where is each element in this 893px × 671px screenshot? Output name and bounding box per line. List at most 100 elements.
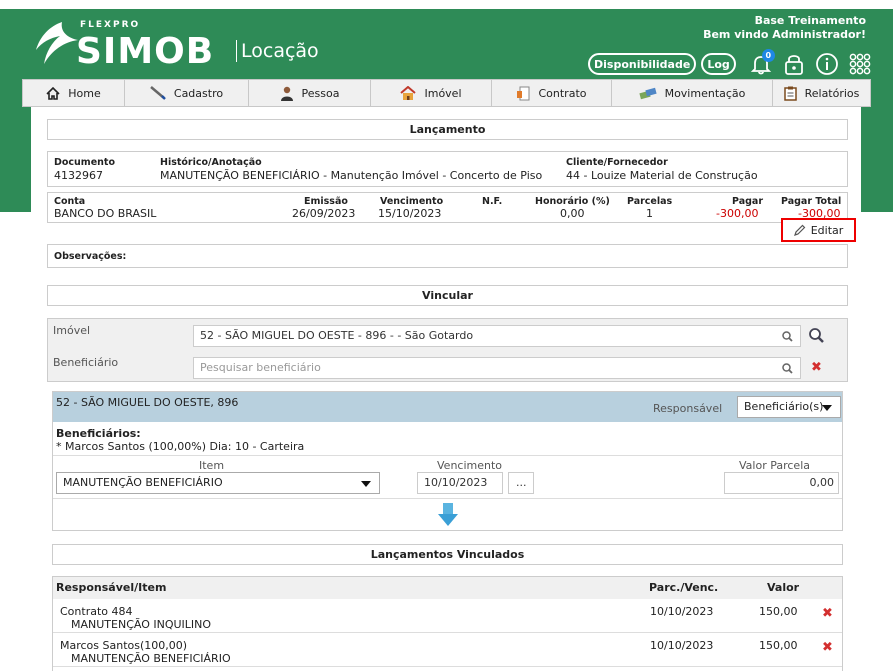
beneficiario-search-input[interactable]: Pesquisar beneficiário bbox=[193, 357, 801, 379]
money-icon bbox=[638, 87, 657, 99]
divider bbox=[53, 455, 842, 456]
logo[interactable]: FLEXPRO SIMOB Locação bbox=[32, 18, 332, 72]
lancamento-title: Lançamento bbox=[409, 123, 486, 136]
vincular-header: Vincular bbox=[47, 285, 848, 306]
info-button[interactable] bbox=[814, 51, 840, 77]
vinculados-header: Lançamentos Vinculados bbox=[52, 544, 843, 565]
beneficiarios-line: * Marcos Santos (100,00%) Dia: 10 - Cart… bbox=[56, 440, 305, 453]
logo-brand: SIMOB bbox=[76, 31, 215, 72]
apps-grid-icon bbox=[849, 53, 871, 75]
welcome-text: Bem vindo Administrador! bbox=[703, 28, 866, 41]
table-header: Responsável/Item Parc./Venc. Valor bbox=[53, 577, 842, 599]
menu-item-imovel[interactable]: Imóvel bbox=[371, 80, 492, 106]
vencimento-input[interactable]: 10/10/2023 bbox=[417, 472, 503, 494]
cliente-value: 44 - Louize Material de Construção bbox=[566, 169, 758, 182]
responsavel-label: Responsável bbox=[653, 402, 723, 415]
editar-label: Editar bbox=[810, 223, 844, 237]
menu-item-home[interactable]: Home bbox=[23, 80, 125, 106]
lock-icon bbox=[784, 55, 803, 75]
logo-mark-icon bbox=[36, 22, 78, 64]
disponibilidade-button[interactable]: Disponibilidade bbox=[588, 53, 697, 75]
search-icon[interactable] bbox=[782, 363, 793, 374]
valor-parcela-input[interactable]: 0,00 bbox=[724, 472, 839, 494]
row-vencimento: 10/10/2023 bbox=[650, 605, 714, 618]
document-info: Documento 4132967 Histórico/Anotação MAN… bbox=[47, 151, 848, 187]
cliente-label: Cliente/Fornecedor bbox=[566, 157, 668, 168]
conta-value: BANCO DO BRASIL bbox=[54, 207, 157, 220]
report-icon bbox=[783, 86, 797, 101]
row-valor: 150,00 bbox=[759, 605, 798, 618]
delete-row-icon[interactable]: ✖ bbox=[822, 606, 833, 621]
log-button[interactable]: Log bbox=[701, 53, 736, 75]
conta-label: Conta bbox=[54, 196, 86, 207]
row-responsavel: Contrato 484 bbox=[60, 605, 133, 618]
pen-icon bbox=[150, 86, 166, 100]
user-info: Base Treinamento Bem vindo Administrador… bbox=[703, 14, 866, 42]
beneficiarios-label: Beneficiários: bbox=[56, 427, 141, 440]
company-name: Base Treinamento bbox=[754, 14, 866, 27]
pagar-label: Pagar bbox=[732, 196, 764, 207]
notifications-button[interactable]: 0 bbox=[748, 49, 775, 77]
documento-value: 4132967 bbox=[54, 169, 103, 182]
clear-beneficiario-icon[interactable]: ✖ bbox=[811, 360, 822, 375]
historico-value: MANUTENÇÃO BENEFICIÁRIO - Manutenção Imó… bbox=[160, 169, 543, 182]
logo-sub: Locação bbox=[236, 40, 319, 62]
logo-sup: FLEXPRO bbox=[80, 20, 141, 30]
parcelas-value: 1 bbox=[646, 207, 653, 220]
row-valor: 150,00 bbox=[759, 639, 798, 652]
imovel-input[interactable]: 52 - SÃO MIGUEL DO OESTE - 896 - - São G… bbox=[193, 325, 801, 347]
property-bar: 52 - SÃO MIGUEL DO OESTE, 896 Responsáve… bbox=[53, 392, 842, 422]
person-icon bbox=[280, 86, 293, 101]
row-responsavel: Marcos Santos(100,00) bbox=[60, 639, 188, 652]
editar-button[interactable]: Editar bbox=[781, 218, 856, 242]
contract-icon bbox=[517, 86, 530, 100]
pagar-total-label: Pagar Total bbox=[781, 196, 842, 207]
observacoes-box: Observações: bbox=[47, 244, 848, 268]
menu-item-movimentacao[interactable]: Movimentação bbox=[612, 80, 773, 106]
parcelas-label: Parcelas bbox=[627, 196, 673, 207]
honorario-label: Honorário (%) bbox=[535, 196, 610, 207]
honorario-value: 0,00 bbox=[560, 207, 585, 220]
row-item: MANUTENÇÃO BENEFICIÁRIO bbox=[71, 652, 231, 665]
lock-button[interactable] bbox=[781, 51, 807, 77]
row-vencimento: 10/10/2023 bbox=[650, 639, 714, 652]
vencimento-label: Vencimento bbox=[380, 196, 444, 207]
date-picker-button[interactable]: ... bbox=[508, 472, 534, 494]
add-arrow-icon[interactable] bbox=[437, 502, 459, 528]
menu-item-relatorios[interactable]: Relatórios bbox=[773, 80, 870, 106]
pagar-value: -300,00 bbox=[716, 207, 759, 220]
emissao-value: 26/09/2023 bbox=[292, 207, 356, 220]
menu-item-contrato[interactable]: Contrato bbox=[492, 80, 612, 106]
menu-item-pessoa[interactable]: Pessoa bbox=[249, 80, 371, 106]
item-select[interactable]: MANUTENÇÃO BENEFICIÁRIO bbox=[56, 472, 380, 494]
notification-count: 0 bbox=[761, 49, 775, 62]
chevron-down-icon bbox=[361, 481, 371, 487]
beneficiario-label: Beneficiário bbox=[53, 356, 119, 369]
delete-row-icon[interactable]: ✖ bbox=[822, 640, 833, 655]
historico-label: Histórico/Anotação bbox=[160, 157, 262, 168]
valor-parcela-label: Valor Parcela bbox=[739, 459, 810, 472]
search-imovel-icon[interactable] bbox=[808, 327, 825, 344]
table-row: Contrato 484 MANUTENÇÃO INQUILINO 10/10/… bbox=[53, 601, 842, 633]
table-row: Marcos Santos(100,00) MANUTENÇÃO BENEFIC… bbox=[53, 635, 842, 667]
col-parc-venc: Parc./Venc. bbox=[649, 581, 719, 594]
home-icon bbox=[46, 86, 60, 100]
menu-item-cadastro[interactable]: Cadastro bbox=[125, 80, 249, 106]
row-item: MANUTENÇÃO INQUILINO bbox=[71, 618, 212, 631]
col-responsavel: Responsável/Item bbox=[56, 581, 167, 594]
documento-label: Documento bbox=[54, 157, 115, 168]
search-icon[interactable] bbox=[782, 331, 793, 342]
vincular-title: Vincular bbox=[422, 289, 473, 302]
vencimento-value: 15/10/2023 bbox=[378, 207, 442, 220]
content-panel: Lançamento Documento 4132967 Histórico/A… bbox=[31, 107, 861, 671]
responsavel-select[interactable]: Beneficiário(s) bbox=[737, 396, 841, 418]
top-band bbox=[0, 0, 893, 9]
vincular-form: Imóvel 52 - SÃO MIGUEL DO OESTE - 896 - … bbox=[47, 318, 848, 382]
emissao-label: Emissão bbox=[304, 196, 348, 207]
chevron-down-icon bbox=[822, 405, 832, 411]
house-icon bbox=[400, 85, 417, 100]
vinculados-title: Lançamentos Vinculados bbox=[370, 548, 525, 561]
property-title: 52 - SÃO MIGUEL DO OESTE, 896 bbox=[56, 396, 239, 409]
apps-button[interactable] bbox=[847, 51, 873, 77]
col-valor: Valor bbox=[767, 581, 800, 594]
